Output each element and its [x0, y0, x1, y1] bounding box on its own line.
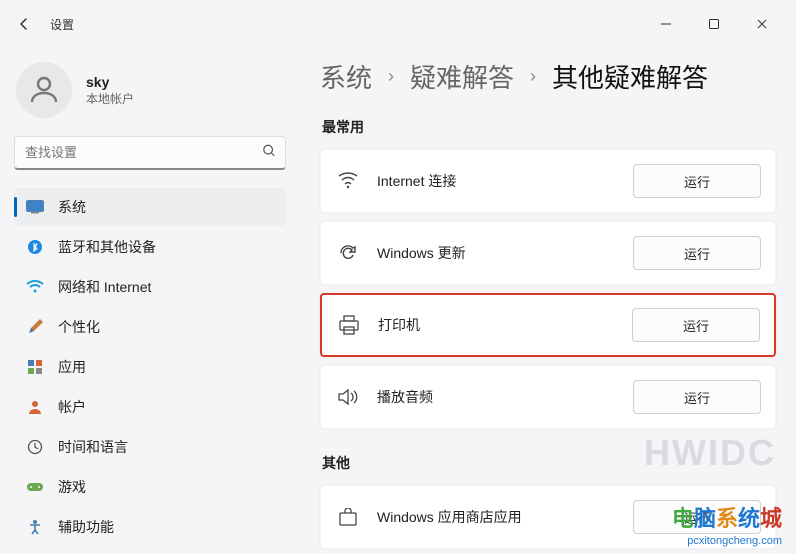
breadcrumb-current: 其他疑难解答 [552, 58, 708, 95]
back-button[interactable] [8, 8, 40, 40]
chevron-right-icon: › [388, 66, 394, 87]
accessibility-icon [26, 518, 44, 536]
nav-accessibility[interactable]: 辅助功能 [14, 508, 286, 546]
nav-label: 时间和语言 [58, 437, 128, 457]
run-button[interactable]: 运行 [633, 164, 761, 198]
run-button[interactable]: 运行 [633, 236, 761, 270]
breadcrumb: 系统 › 疑难解答 › 其他疑难解答 [320, 58, 776, 95]
nav-label: 应用 [58, 357, 86, 377]
nav-list: 系统 蓝牙和其他设备 网络和 Internet 个性化 应用 帐户 [14, 188, 286, 546]
apps-icon [26, 358, 44, 376]
troubleshooter-label: Internet 连接 [377, 171, 633, 191]
internet-icon [335, 168, 361, 194]
window-title: 设置 [50, 16, 74, 33]
minimize-button[interactable] [648, 10, 684, 38]
maximize-button[interactable] [696, 10, 732, 38]
close-button[interactable] [744, 10, 780, 38]
nav-apps[interactable]: 应用 [14, 348, 286, 386]
account-icon [26, 398, 44, 416]
nav-accounts[interactable]: 帐户 [14, 388, 286, 426]
troubleshooter-printer: 打印机 运行 [320, 293, 776, 357]
troubleshooter-label: Windows 更新 [377, 243, 633, 263]
user-name: sky [86, 74, 134, 90]
nav-system[interactable]: 系统 [14, 188, 286, 226]
display-icon [26, 198, 44, 216]
bluetooth-icon [26, 238, 44, 256]
troubleshooter-label: Windows 应用商店应用 [377, 507, 633, 527]
run-button[interactable]: 运行 [632, 308, 760, 342]
section-other-title: 其他 [322, 453, 776, 473]
search-container [14, 136, 286, 170]
user-subtitle: 本地帐户 [86, 90, 134, 107]
update-icon [335, 240, 361, 266]
wifi-icon [26, 278, 44, 296]
troubleshooter-windows-update: Windows 更新 运行 [320, 221, 776, 285]
avatar [16, 62, 72, 118]
troubleshooter-label: 打印机 [378, 315, 632, 335]
nav-bluetooth[interactable]: 蓝牙和其他设备 [14, 228, 286, 266]
troubleshooter-audio: 播放音频 运行 [320, 365, 776, 429]
nav-label: 帐户 [58, 397, 86, 417]
clock-icon [26, 438, 44, 456]
troubleshooter-label: 播放音频 [377, 387, 633, 407]
breadcrumb-troubleshoot[interactable]: 疑难解答 [410, 58, 514, 95]
minimize-icon [660, 18, 672, 30]
printer-icon [336, 312, 362, 338]
section-frequent-title: 最常用 [322, 117, 776, 137]
main-content: 系统 › 疑难解答 › 其他疑难解答 最常用 Internet 连接 运行 Wi… [300, 48, 796, 554]
titlebar: 设置 [0, 0, 796, 48]
paintbrush-icon [26, 318, 44, 336]
nav-label: 个性化 [58, 317, 100, 337]
speaker-icon [335, 384, 361, 410]
search-icon [262, 144, 276, 163]
user-profile[interactable]: sky 本地帐户 [14, 58, 286, 136]
window-controls [648, 10, 788, 38]
maximize-icon [708, 18, 720, 30]
arrow-left-icon [16, 16, 32, 32]
close-icon [756, 18, 768, 30]
troubleshooter-internet: Internet 连接 运行 [320, 149, 776, 213]
nav-label: 蓝牙和其他设备 [58, 237, 156, 257]
troubleshooter-store-apps: Windows 应用商店应用 运行 [320, 485, 776, 549]
nav-label: 游戏 [58, 477, 86, 497]
chevron-right-icon: › [530, 66, 536, 87]
breadcrumb-system[interactable]: 系统 [320, 58, 372, 95]
person-icon [26, 72, 62, 108]
nav-time-language[interactable]: 时间和语言 [14, 428, 286, 466]
store-icon [335, 504, 361, 530]
nav-label: 网络和 Internet [58, 277, 151, 297]
gamepad-icon [26, 478, 44, 496]
run-button[interactable]: 运行 [633, 380, 761, 414]
nav-network[interactable]: 网络和 Internet [14, 268, 286, 306]
nav-personalization[interactable]: 个性化 [14, 308, 286, 346]
sidebar: sky 本地帐户 系统 蓝牙和其他设备 网络和 Internet [0, 48, 300, 554]
run-button[interactable]: 运行 [633, 500, 761, 534]
nav-label: 辅助功能 [58, 517, 114, 537]
nav-label: 系统 [58, 197, 86, 217]
search-input[interactable] [14, 136, 286, 170]
nav-gaming[interactable]: 游戏 [14, 468, 286, 506]
